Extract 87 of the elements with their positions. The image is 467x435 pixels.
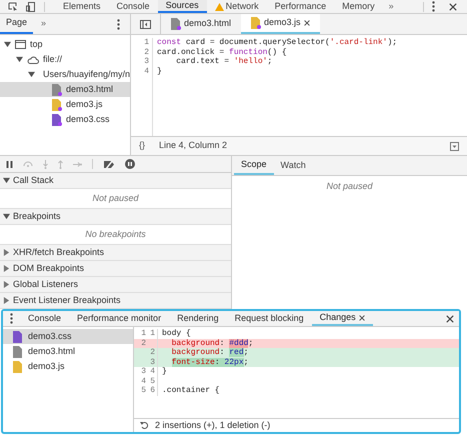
- tree-item[interactable]: Users/huayifeng/my/n: [0, 67, 130, 82]
- code-line: }: [157, 66, 163, 76]
- close-icon[interactable]: [304, 20, 310, 26]
- expand-arrow-icon[interactable]: [3, 213, 10, 220]
- more-options-icon[interactable]: [10, 313, 13, 324]
- close-icon[interactable]: [449, 2, 457, 10]
- inspect-icon[interactable]: [8, 2, 18, 11]
- collapse-arrow-icon[interactable]: [3, 281, 10, 288]
- line-number: 3: [143, 57, 149, 66]
- more-options-icon[interactable]: [117, 18, 120, 30]
- changed-file[interactable]: demo3.html: [3, 344, 133, 359]
- tab-label: demo3.html: [184, 17, 232, 30]
- code-line: card.onclick = function() {: [157, 48, 288, 57]
- section-header[interactable]: XHR/fetch Breakpoints: [0, 245, 231, 261]
- file-icon: [171, 18, 181, 30]
- section-header[interactable]: Call Stack: [0, 173, 231, 189]
- frame-icon: [15, 40, 26, 49]
- line-number: 4: [143, 66, 149, 76]
- more-tabs-button[interactable]: »: [382, 0, 400, 13]
- change-summary: 2 insertions (+), 1 deletion (-): [155, 418, 270, 432]
- diff-line: 5 6 .container {: [140, 386, 221, 396]
- panel-tab[interactable]: Network: [206, 0, 267, 13]
- file-icon: [13, 330, 23, 342]
- toggle-sidebar-icon[interactable]: [140, 20, 151, 28]
- section-header[interactable]: Breakpoints: [0, 209, 231, 225]
- collapse-arrow-icon[interactable]: [3, 249, 10, 256]
- tab-label: demo3.js: [264, 16, 301, 30]
- drawer-tab[interactable]: Changes: [312, 311, 373, 326]
- line-number: 2: [143, 48, 149, 57]
- section-header[interactable]: DOM Breakpoints: [0, 261, 231, 277]
- tree-item[interactable]: demo3.html: [0, 82, 130, 97]
- navigator-tab[interactable]: Page: [0, 14, 34, 34]
- collapse-arrow-icon[interactable]: [3, 297, 10, 304]
- empty-message: Not paused: [326, 180, 373, 193]
- file-icon: [251, 17, 262, 29]
- tree-item[interactable]: demo3.css: [0, 112, 130, 127]
- file-icon: [52, 114, 62, 126]
- cloud-icon: [27, 56, 39, 64]
- file-icon: [52, 98, 62, 110]
- tree-item[interactable]: file://: [0, 52, 130, 67]
- diff-line: 4 5: [134, 376, 459, 386]
- revert-icon[interactable]: [140, 421, 149, 430]
- pause-icon[interactable]: [6, 160, 13, 168]
- section-header[interactable]: Global Listeners: [0, 277, 231, 293]
- expand-arrow-icon[interactable]: [28, 71, 35, 78]
- changed-file[interactable]: demo3.js: [3, 359, 133, 374]
- sidebar-tab[interactable]: Watch: [274, 156, 313, 175]
- device-icon[interactable]: [26, 2, 35, 12]
- more-tabs-button[interactable]: »: [33, 17, 54, 31]
- panel-tab[interactable]: Performance: [266, 0, 334, 13]
- expand-arrow-icon[interactable]: [3, 177, 10, 184]
- panel-tab[interactable]: Sources: [158, 0, 207, 13]
- diff-line: 3 4 }: [140, 367, 168, 376]
- sidebar-tab[interactable]: Scope: [234, 156, 274, 175]
- file-icon: [13, 360, 23, 372]
- collapse-arrow-icon[interactable]: [3, 265, 10, 272]
- drawer-toggle-icon[interactable]: [450, 142, 459, 150]
- tree-item[interactable]: top: [0, 37, 130, 52]
- drawer-tab[interactable]: Console: [20, 311, 70, 326]
- close-icon[interactable]: [358, 314, 365, 320]
- empty-message: No breakpoints: [85, 228, 146, 241]
- panel-tab[interactable]: Elements: [55, 0, 109, 13]
- more-options-icon[interactable]: [432, 1, 435, 12]
- tree-item[interactable]: demo3.js: [0, 97, 130, 112]
- editor-tab[interactable]: demo3.html: [161, 14, 242, 34]
- editor-tab[interactable]: demo3.js: [241, 14, 320, 34]
- section-header[interactable]: Event Listener Breakpoints: [0, 293, 231, 309]
- expand-arrow-icon[interactable]: [16, 56, 23, 63]
- warning-icon: [214, 2, 224, 10]
- cursor-position: Line 4, Column 2: [159, 139, 228, 152]
- empty-message: Not paused: [92, 192, 139, 205]
- pause-on-exceptions-icon[interactable]: [125, 159, 135, 169]
- file-icon: [13, 346, 23, 358]
- expand-arrow-icon[interactable]: [4, 41, 11, 48]
- format-button[interactable]: {}: [139, 139, 146, 153]
- drawer-tab[interactable]: Rendering: [169, 311, 227, 326]
- code-line: const card = document.querySelector('.card-link');: [157, 38, 398, 48]
- code-line: card.text = 'hello';: [175, 57, 274, 66]
- line-number: 1: [143, 38, 149, 48]
- changed-file[interactable]: demo3.css: [3, 329, 133, 344]
- panel-tab[interactable]: Console: [108, 0, 158, 13]
- file-icon: [52, 84, 62, 96]
- deactivate-breakpoints-icon[interactable]: [103, 160, 115, 168]
- close-icon[interactable]: [446, 314, 454, 322]
- panel-tab[interactable]: Memory: [334, 0, 383, 13]
- drawer-tab[interactable]: Performance monitor: [69, 311, 170, 326]
- drawer-tab[interactable]: Request blocking: [226, 311, 312, 326]
